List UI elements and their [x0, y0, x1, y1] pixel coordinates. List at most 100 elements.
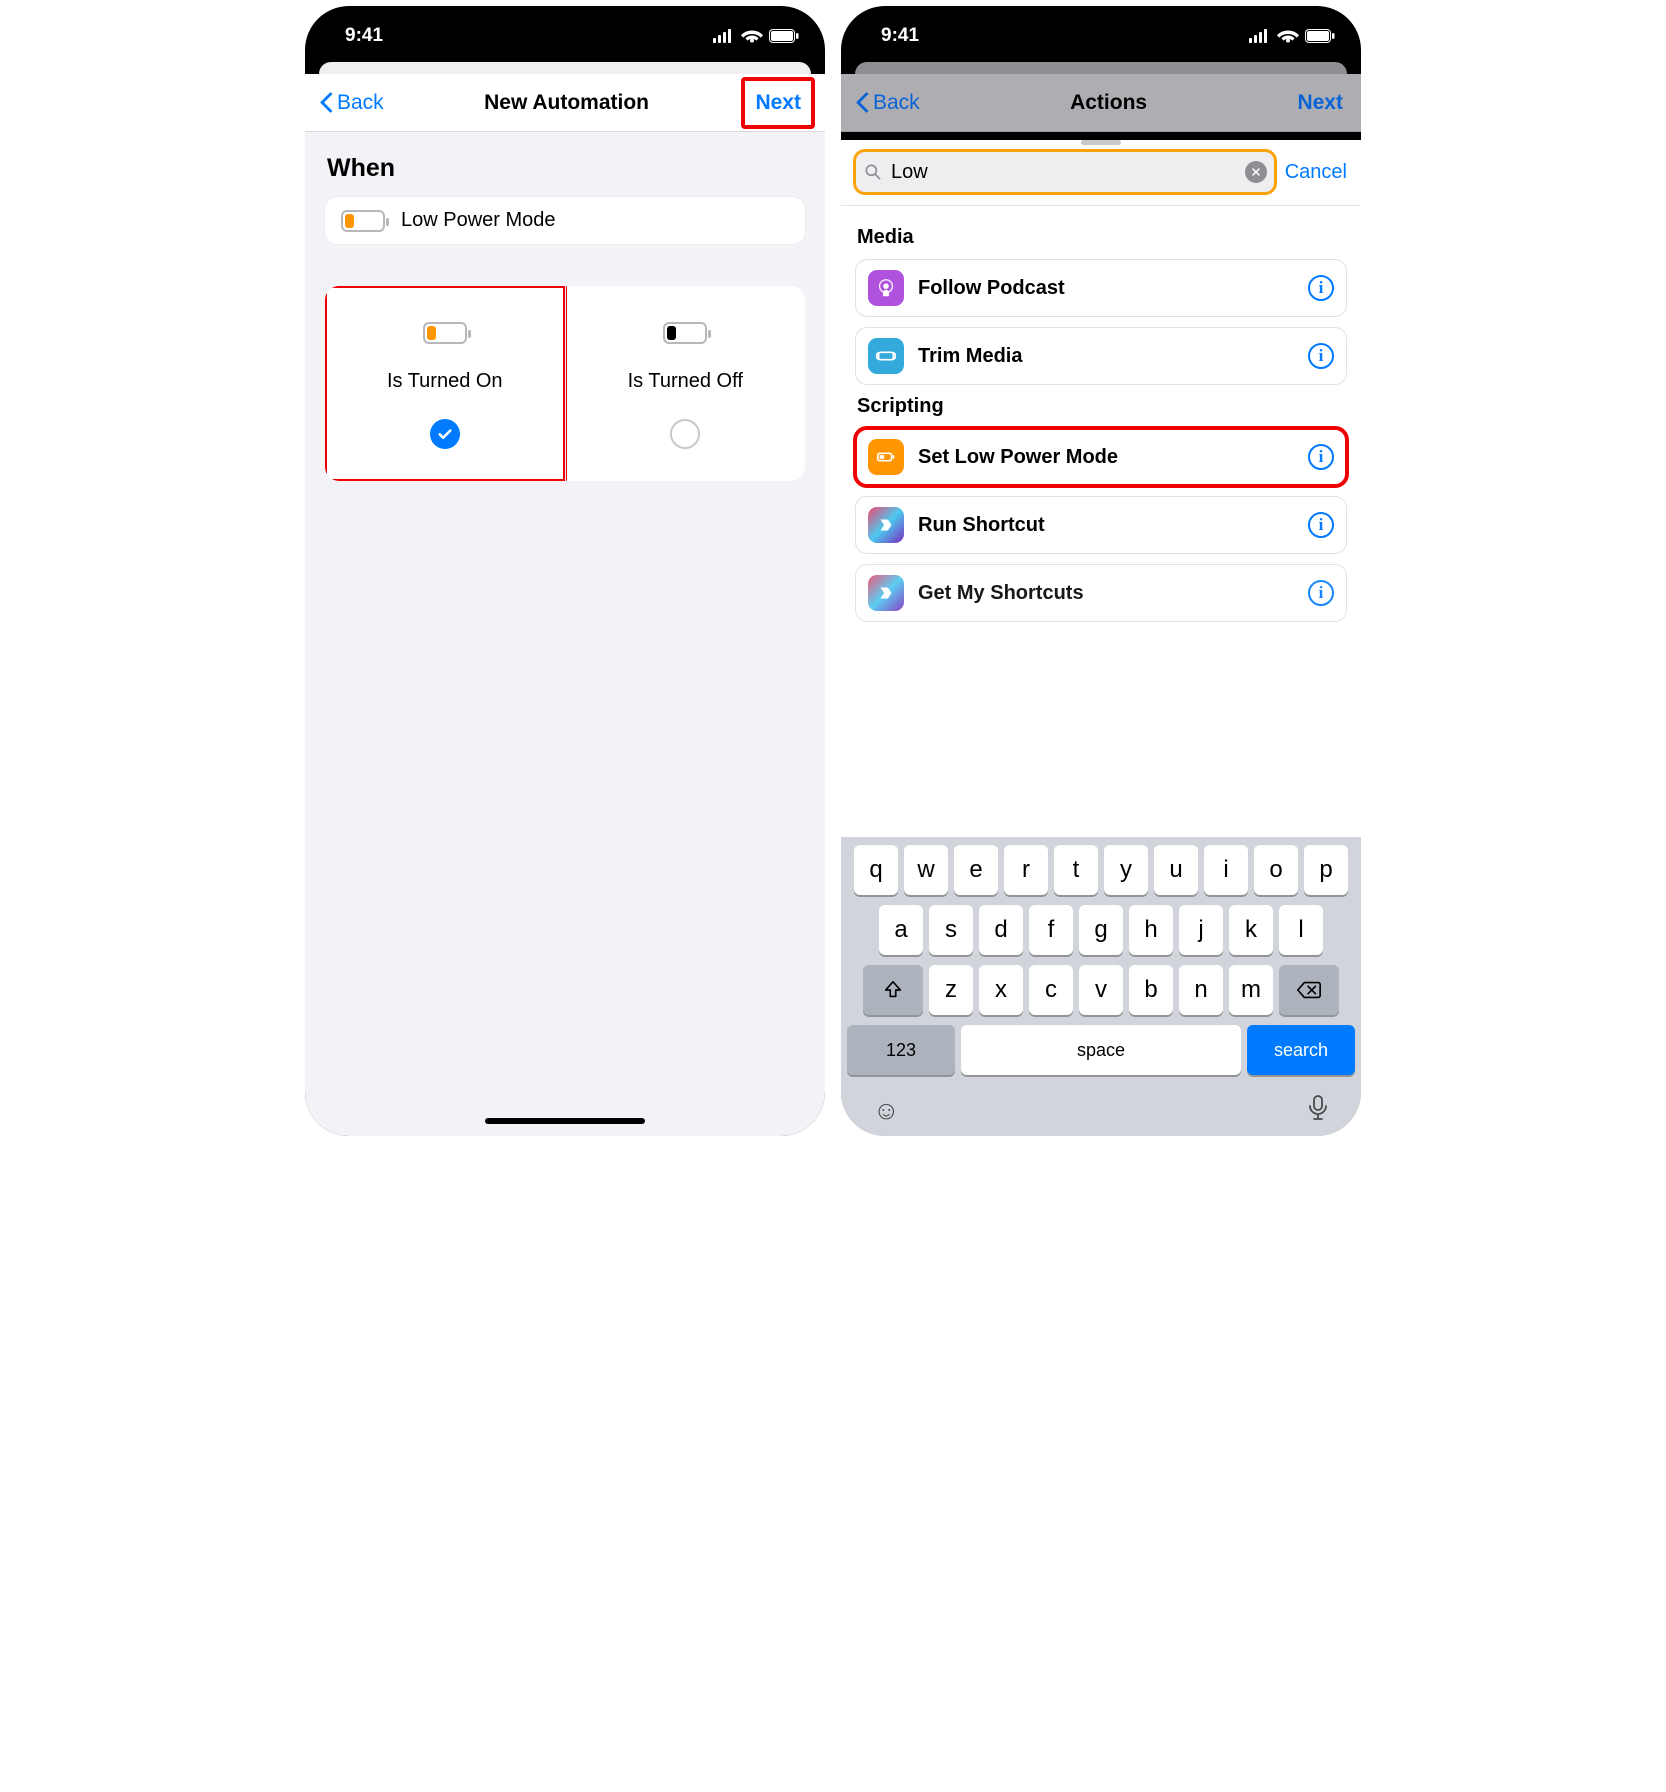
search-field[interactable] — [855, 151, 1275, 193]
keyboard-row-4: 123 space search — [847, 1025, 1355, 1075]
battery-on-icon — [423, 322, 467, 344]
key-w[interactable]: w — [904, 845, 948, 895]
search-icon — [863, 162, 883, 182]
key-backspace[interactable] — [1279, 965, 1339, 1015]
trigger-label: Low Power Mode — [401, 209, 556, 232]
status-time: 9:41 — [345, 25, 383, 47]
trim-icon — [868, 338, 904, 374]
key-s[interactable]: s — [929, 905, 973, 955]
emoji-key[interactable]: ☺ — [873, 1095, 900, 1128]
key-k[interactable]: k — [1229, 905, 1273, 955]
key-u[interactable]: u — [1154, 845, 1198, 895]
key-q[interactable]: q — [854, 845, 898, 895]
info-button[interactable]: i — [1308, 275, 1334, 301]
trigger-card[interactable]: Low Power Mode — [325, 197, 805, 244]
key-t[interactable]: t — [1054, 845, 1098, 895]
sheet-grabber[interactable] — [1081, 140, 1121, 145]
key-f[interactable]: f — [1029, 905, 1073, 955]
nav-bar: Back New Automation Next — [305, 74, 825, 132]
info-button[interactable]: i — [1308, 343, 1334, 369]
phone-left: 9:41 Back New Automation Next — [305, 6, 825, 1136]
key-search[interactable]: search — [1247, 1025, 1355, 1075]
key-d[interactable]: d — [979, 905, 1023, 955]
key-b[interactable]: b — [1129, 965, 1173, 1015]
key-h[interactable]: h — [1129, 905, 1173, 955]
action-get-my-shortcuts[interactable]: Get My Shortcuts i — [855, 564, 1347, 622]
key-c[interactable]: c — [1029, 965, 1073, 1015]
home-indicator[interactable] — [485, 1118, 645, 1124]
key-o[interactable]: o — [1254, 845, 1298, 895]
keyboard-row-2: a s d f g h j k l — [847, 905, 1355, 955]
key-j[interactable]: j — [1179, 905, 1223, 955]
next-button[interactable]: Next — [743, 79, 813, 127]
keyboard-row-1: q w e r t y u i o p — [847, 845, 1355, 895]
key-x[interactable]: x — [979, 965, 1023, 1015]
status-bar: 9:41 — [305, 6, 825, 62]
key-n[interactable]: n — [1179, 965, 1223, 1015]
battery-status-icon — [769, 29, 799, 43]
choice-turned-on[interactable]: Is Turned On — [325, 286, 565, 481]
chevron-left-icon — [323, 93, 335, 113]
action-label: Follow Podcast — [918, 277, 1065, 300]
key-l[interactable]: l — [1279, 905, 1323, 955]
podcast-icon — [868, 270, 904, 306]
radio-unchecked-icon — [670, 419, 700, 449]
action-label: Set Low Power Mode — [918, 446, 1118, 469]
key-space[interactable]: space — [961, 1025, 1241, 1075]
search-input[interactable] — [891, 161, 1237, 184]
search-row: Cancel — [841, 151, 1361, 206]
phone-right: 9:41 Back Actions Next — [841, 6, 1361, 1136]
shortcut-icon — [868, 507, 904, 543]
back-label: Back — [337, 91, 384, 115]
background-sheet-edge — [855, 62, 1347, 74]
action-follow-podcast[interactable]: Follow Podcast i — [855, 259, 1347, 317]
choice-on-label: Is Turned On — [387, 370, 503, 393]
radio-checked-icon — [430, 419, 460, 449]
page-title: Actions — [1070, 91, 1147, 115]
section-scripting-title: Scripting — [857, 395, 1345, 418]
dictation-key[interactable] — [1307, 1095, 1329, 1128]
keyboard-footer: ☺ — [847, 1085, 1355, 1128]
key-y[interactable]: y — [1104, 845, 1148, 895]
action-label: Trim Media — [918, 345, 1022, 368]
cellular-icon — [1249, 29, 1271, 43]
keyboard: q w e r t y u i o p a s d f g h — [841, 837, 1361, 1136]
key-v[interactable]: v — [1079, 965, 1123, 1015]
status-time: 9:41 — [881, 25, 919, 47]
actions-sheet: Cancel Media Follow Podcast i Trim Media — [841, 140, 1361, 1136]
key-g[interactable]: g — [1079, 905, 1123, 955]
action-run-shortcut[interactable]: Run Shortcut i — [855, 496, 1347, 554]
key-a[interactable]: a — [879, 905, 923, 955]
back-button[interactable]: Back — [317, 87, 390, 119]
back-button[interactable]: Back — [853, 87, 926, 119]
status-bar: 9:41 — [841, 6, 1361, 62]
info-button[interactable]: i — [1308, 580, 1334, 606]
key-m[interactable]: m — [1229, 965, 1273, 1015]
back-label: Back — [873, 91, 920, 115]
key-e[interactable]: e — [954, 845, 998, 895]
clear-search-button[interactable] — [1245, 161, 1267, 183]
low-battery-icon — [341, 210, 385, 232]
content-area: When Low Power Mode Is Turned On Is Turn… — [305, 132, 825, 1136]
cellular-icon — [713, 29, 735, 43]
info-button[interactable]: i — [1308, 444, 1334, 470]
choice-turned-off[interactable]: Is Turned Off — [565, 286, 806, 481]
action-set-low-power-mode[interactable]: Set Low Power Mode i — [855, 428, 1347, 486]
battery-status-icon — [1305, 29, 1335, 43]
key-i[interactable]: i — [1204, 845, 1248, 895]
action-trim-media[interactable]: Trim Media i — [855, 327, 1347, 385]
wifi-icon — [1277, 28, 1299, 44]
key-z[interactable]: z — [929, 965, 973, 1015]
wifi-icon — [741, 28, 763, 44]
key-123[interactable]: 123 — [847, 1025, 955, 1075]
shortcut-icon — [868, 575, 904, 611]
info-button[interactable]: i — [1308, 512, 1334, 538]
next-button[interactable]: Next — [1291, 87, 1349, 119]
key-r[interactable]: r — [1004, 845, 1048, 895]
cancel-button[interactable]: Cancel — [1285, 161, 1347, 184]
battery-off-icon — [663, 322, 707, 344]
results-list: Media Follow Podcast i Trim Media i Scri… — [841, 206, 1361, 632]
key-p[interactable]: p — [1304, 845, 1348, 895]
key-shift[interactable] — [863, 965, 923, 1015]
condition-chooser: Is Turned On Is Turned Off — [325, 286, 805, 481]
